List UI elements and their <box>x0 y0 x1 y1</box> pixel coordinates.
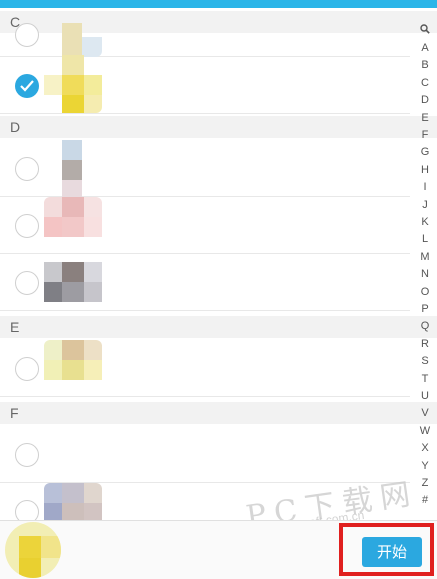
list-item[interactable] <box>0 55 410 114</box>
select-radio[interactable] <box>15 443 39 467</box>
index-letter-t[interactable]: T <box>413 373 437 385</box>
index-letter-h[interactable]: H <box>413 164 437 176</box>
avatar <box>44 140 102 198</box>
index-letter-v[interactable]: V <box>413 407 437 419</box>
select-radio[interactable] <box>15 357 39 381</box>
index-letter-g[interactable]: G <box>413 146 437 158</box>
index-letter-x[interactable]: X <box>413 442 437 454</box>
contact-list[interactable]: C D E F <box>0 8 437 520</box>
top-accent-bar <box>0 0 437 8</box>
index-letter-i[interactable]: I <box>413 181 437 193</box>
list-item[interactable] <box>0 197 410 254</box>
index-letter-j[interactable]: J <box>413 199 437 211</box>
index-letter-y[interactable]: Y <box>413 460 437 472</box>
avatar <box>44 340 102 398</box>
index-letter-q[interactable]: Q <box>413 320 437 332</box>
search-icon[interactable] <box>413 24 437 37</box>
section-header-f: F <box>0 402 437 424</box>
list-item[interactable] <box>0 426 410 483</box>
index-letter-f[interactable]: F <box>413 129 437 141</box>
alphabet-index[interactable]: A B C D E F G H I J K L M N O P Q R S T U V W X Y Z # <box>413 20 437 520</box>
index-letter-o[interactable]: O <box>413 286 437 298</box>
selected-avatar <box>5 522 61 578</box>
index-letter-k[interactable]: K <box>413 216 437 228</box>
avatar <box>44 483 102 520</box>
list-item[interactable] <box>0 254 410 311</box>
avatar <box>44 197 102 255</box>
index-letter-d[interactable]: D <box>413 94 437 106</box>
index-letter-w[interactable]: W <box>413 425 437 437</box>
select-radio[interactable] <box>15 271 39 295</box>
list-item[interactable] <box>0 140 410 198</box>
list-item[interactable] <box>0 23 410 57</box>
index-letter-p[interactable]: P <box>413 303 437 315</box>
select-radio[interactable] <box>15 500 39 520</box>
index-letter-u[interactable]: U <box>413 390 437 402</box>
check-icon <box>20 80 34 92</box>
index-letter-r[interactable]: R <box>413 338 437 350</box>
select-radio[interactable] <box>15 157 39 181</box>
highlight-box <box>339 523 434 576</box>
avatar <box>44 23 102 57</box>
select-radio[interactable] <box>15 23 39 47</box>
index-letter-b[interactable]: B <box>413 59 437 71</box>
index-letter-a[interactable]: A <box>413 42 437 54</box>
checked-radio[interactable] <box>15 74 39 98</box>
avatar <box>44 55 102 113</box>
index-letter-s[interactable]: S <box>413 355 437 367</box>
index-letter-n[interactable]: N <box>413 268 437 280</box>
index-letter-m[interactable]: M <box>413 251 437 263</box>
list-item[interactable] <box>0 340 410 397</box>
index-letter-c[interactable]: C <box>413 77 437 89</box>
index-letter-e[interactable]: E <box>413 112 437 124</box>
section-header-d: D <box>0 116 437 138</box>
index-letter-l[interactable]: L <box>413 233 437 245</box>
section-header-e: E <box>0 316 437 338</box>
avatar <box>44 254 102 312</box>
select-radio[interactable] <box>15 214 39 238</box>
